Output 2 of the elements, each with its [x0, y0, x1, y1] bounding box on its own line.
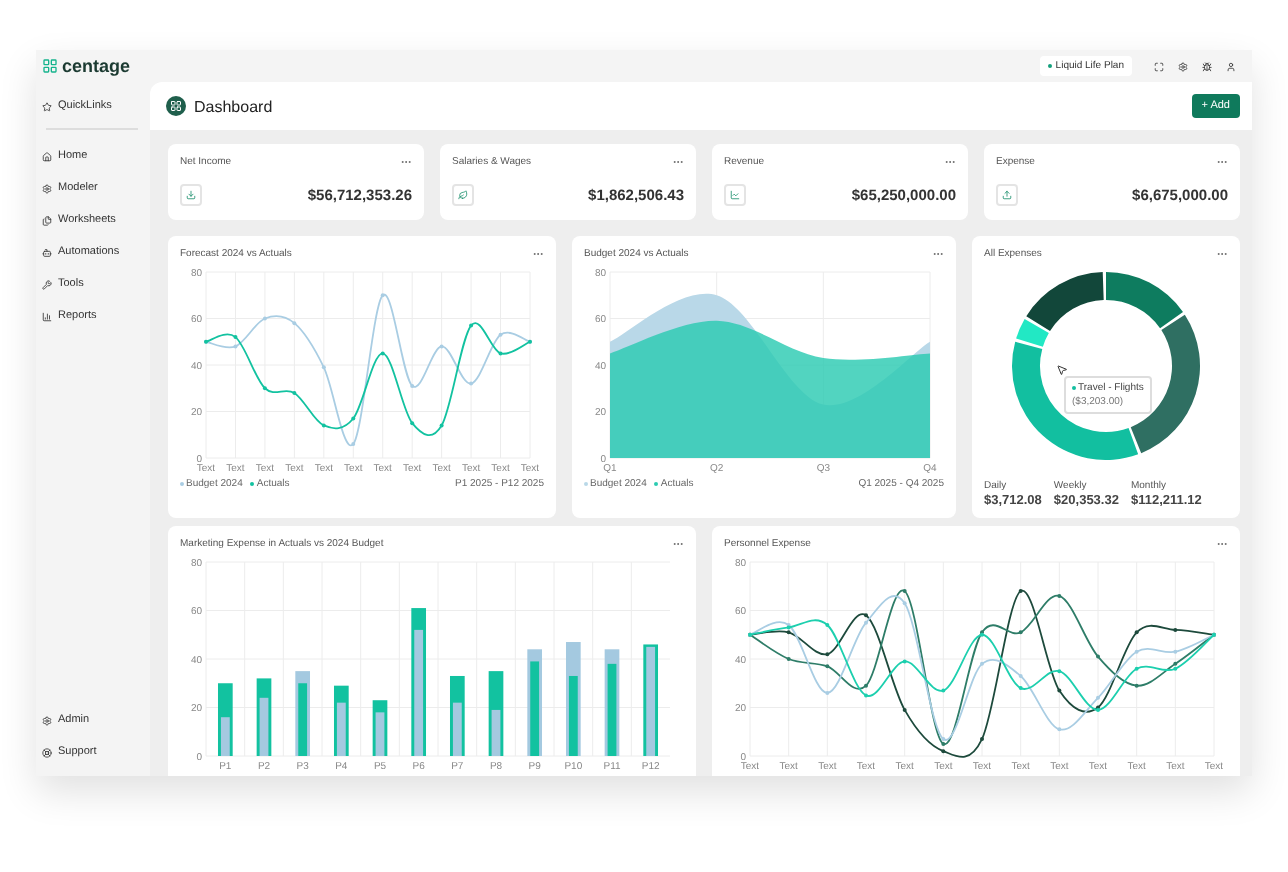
- page-title: Dashboard: [194, 97, 273, 115]
- logo-text: centage: [62, 56, 131, 76]
